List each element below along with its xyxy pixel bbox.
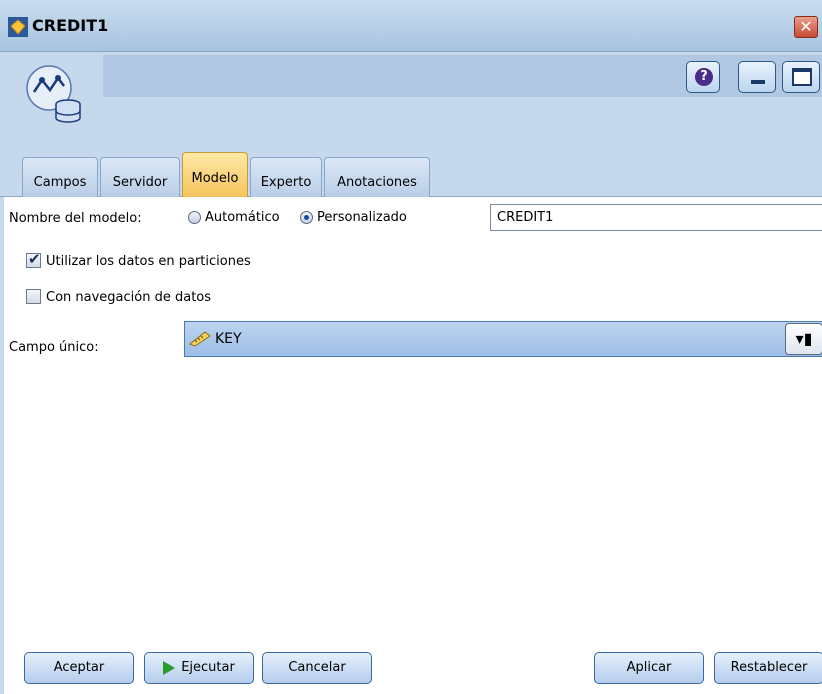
node-diamond-icon [8, 17, 28, 37]
run-label: Ejecutar [181, 660, 235, 675]
radio-automatic[interactable] [188, 211, 201, 224]
reset-button[interactable]: Restablecer [714, 652, 822, 684]
field-picker-button[interactable]: ▾▮ [785, 323, 822, 355]
cancel-button[interactable]: Cancelar [262, 652, 372, 684]
ruler-icon [189, 331, 211, 347]
dialog-header: ? [0, 52, 822, 152]
help-icon: ? [695, 68, 713, 86]
tab-anotaciones[interactable]: Anotaciones [324, 157, 430, 197]
tab-servidor[interactable]: Servidor [100, 157, 180, 197]
radio-custom[interactable] [300, 211, 313, 224]
run-button[interactable]: Ejecutar [144, 652, 254, 684]
close-button[interactable]: ✕ [794, 16, 818, 38]
drilldown-label: Con navegación de datos [46, 290, 212, 305]
radio-custom-label: Personalizado [317, 210, 407, 225]
close-icon: ✕ [799, 17, 813, 36]
title-bar: CREDIT1 ✕ [0, 0, 822, 52]
check-icon: ✔ [28, 250, 41, 268]
tab-bar: Campos Servidor Modelo Experto Anotacion… [0, 152, 822, 198]
help-button[interactable]: ? [686, 61, 720, 93]
play-icon [163, 660, 176, 675]
window-title: CREDIT1 [32, 16, 109, 35]
tab-experto[interactable]: Experto [250, 157, 322, 197]
maximize-button[interactable] [782, 61, 820, 93]
tab-campos[interactable]: Campos [22, 157, 98, 197]
use-partitions-checkbox[interactable]: ✔ [26, 250, 41, 268]
radio-automatic-label: Automático [205, 210, 280, 225]
ok-button[interactable]: Aceptar [24, 652, 134, 684]
model-node-icon [26, 65, 81, 123]
apply-button[interactable]: Aplicar [594, 652, 704, 684]
use-partitions-label: Utilizar los datos en particiones [46, 254, 251, 269]
model-form: Nombre del modelo: Automático Personaliz… [0, 197, 822, 627]
maximize-icon [792, 68, 812, 86]
field-picker-icon: ▾▮ [795, 329, 813, 348]
model-name-input[interactable]: CREDIT1 [490, 204, 822, 231]
model-name-label: Nombre del modelo: [9, 211, 142, 226]
tab-modelo[interactable]: Modelo [182, 152, 248, 198]
minimize-button[interactable] [738, 61, 776, 93]
minimize-icon [751, 80, 765, 84]
drilldown-checkbox[interactable] [26, 289, 41, 304]
unique-field-label: Campo único: [9, 340, 99, 355]
unique-field-select[interactable]: KEY ▾▮ [184, 321, 822, 357]
button-bar: Aceptar Ejecutar Cancelar Aplicar Restab… [0, 627, 822, 694]
unique-field-value: KEY [215, 331, 242, 347]
